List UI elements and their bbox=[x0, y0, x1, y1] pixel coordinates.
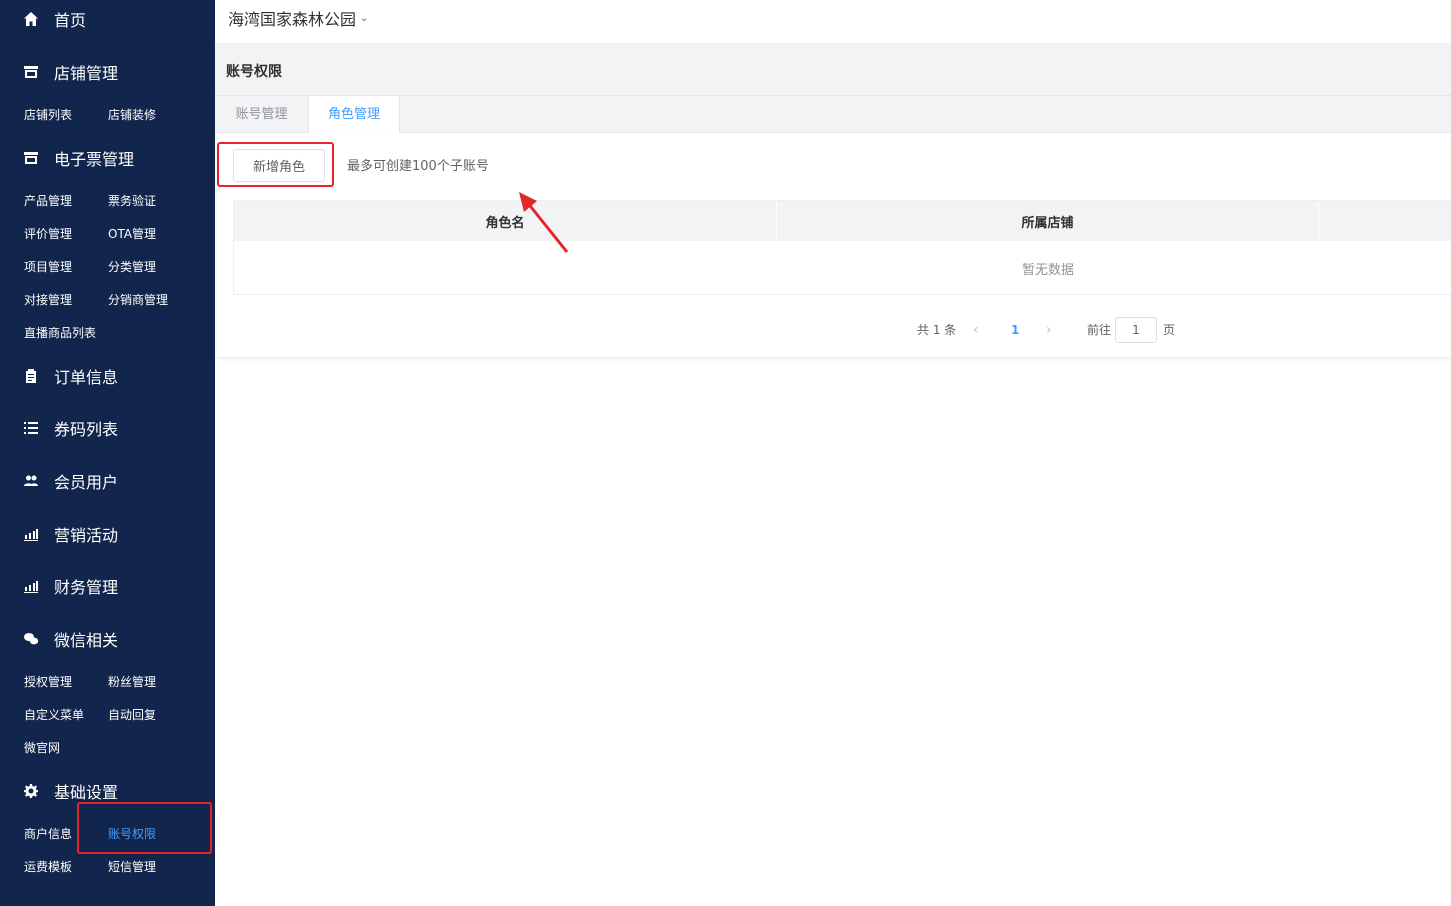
pagination-goto-label: 前往 bbox=[1087, 323, 1112, 337]
sidebar-group-label: 店铺管理 bbox=[54, 64, 119, 83]
account-limit-hint: 最多可创建100个子账号 bbox=[347, 159, 489, 174]
wechat-icon bbox=[22, 630, 40, 648]
clipboard-icon bbox=[22, 367, 40, 385]
sidebar-item-label: 券码列表 bbox=[54, 420, 119, 439]
home-icon bbox=[22, 10, 40, 28]
sidebar-item-label: 订单信息 bbox=[54, 368, 119, 387]
annotation-arrow bbox=[519, 192, 569, 253]
page-title: 账号权限 bbox=[226, 64, 282, 80]
chevron-down-icon: ⌄ bbox=[360, 12, 369, 24]
tabs-bar: 账号管理 角色管理 bbox=[215, 96, 1451, 134]
topbar: 海湾国家森林公园 ⌄ bbox=[215, 0, 1451, 43]
pagination-page-unit: 页 bbox=[1163, 323, 1176, 337]
sidebar-item-orders[interactable]: 订单信息 bbox=[22, 364, 118, 388]
sidebar-item-label: 首页 bbox=[54, 11, 87, 30]
sidebar-group-eticket[interactable]: 电子票管理 bbox=[22, 146, 134, 170]
sidebar-item-label: 财务管理 bbox=[54, 578, 119, 597]
tab-role-management[interactable]: 角色管理 bbox=[308, 96, 400, 134]
users-icon bbox=[22, 472, 40, 490]
page-header: 账号权限 bbox=[215, 43, 1451, 96]
sidebar-item-fans[interactable]: 粉丝管理 bbox=[108, 673, 156, 691]
sidebar-item-auto-reply[interactable]: 自动回复 bbox=[108, 706, 156, 724]
sidebar-item-authorization[interactable]: 授权管理 bbox=[24, 673, 72, 691]
pagination-page-1[interactable]: 1 bbox=[1011, 317, 1019, 343]
empty-state: 暂无数据 bbox=[234, 241, 1451, 295]
sidebar-item-marketing[interactable]: 营销活动 bbox=[22, 522, 118, 546]
sidebar-item-finance[interactable]: 财务管理 bbox=[22, 574, 118, 598]
main-content: 海湾国家森林公园 ⌄ 账号权限 账号管理 角色管理 新增角色 最多可创建100个… bbox=[215, 0, 1451, 906]
chevron-right-icon[interactable]: › bbox=[1046, 317, 1052, 343]
sidebar-item-categories[interactable]: 分类管理 bbox=[108, 258, 156, 276]
sidebar-item-coupons[interactable]: 券码列表 bbox=[22, 416, 118, 440]
sidebar-item-projects[interactable]: 项目管理 bbox=[24, 258, 72, 276]
store-icon bbox=[22, 149, 40, 167]
sidebar-item-custom-menu[interactable]: 自定义菜单 bbox=[24, 706, 84, 724]
bar-chart-icon bbox=[22, 525, 40, 543]
column-header-role-name[interactable]: 角色名 bbox=[234, 201, 776, 241]
sidebar-item-label: 会员用户 bbox=[54, 473, 119, 492]
sidebar-item-shipping-template[interactable]: 运费模板 bbox=[24, 858, 72, 876]
pagination: 共 1 条 ‹ 1 › 前往 页 bbox=[217, 317, 1451, 343]
pagination-total: 共 1 条 bbox=[917, 323, 957, 337]
sidebar-item-live-products[interactable]: 直播商品列表 bbox=[24, 324, 96, 342]
column-header-store[interactable]: 所属店铺 bbox=[777, 201, 1318, 241]
tab-account-management[interactable]: 账号管理 bbox=[215, 96, 308, 133]
highlight-box-sidebar bbox=[77, 802, 212, 854]
list-icon bbox=[22, 419, 40, 437]
sidebar-item-micro-site[interactable]: 微官网 bbox=[24, 739, 60, 757]
sidebar: 首页 店铺管理 店铺列表 店铺装修 电子票管理 产品管理 票务验证 评价管理 O… bbox=[0, 0, 215, 906]
sidebar-group-store[interactable]: 店铺管理 bbox=[22, 60, 118, 84]
gear-icon bbox=[22, 782, 40, 800]
sidebar-group-basic[interactable]: 基础设置 bbox=[22, 779, 118, 803]
pagination-goto-input[interactable] bbox=[1115, 317, 1157, 343]
store-icon bbox=[22, 63, 40, 81]
sidebar-item-store-decoration[interactable]: 店铺装修 bbox=[108, 106, 156, 124]
sidebar-group-label: 微信相关 bbox=[54, 631, 119, 650]
empty-text: 暂无数据 bbox=[1021, 262, 1074, 278]
sidebar-item-distributors[interactable]: 分销商管理 bbox=[108, 291, 168, 309]
sidebar-item-integration[interactable]: 对接管理 bbox=[24, 291, 72, 309]
chevron-left-icon[interactable]: ‹ bbox=[973, 317, 979, 343]
shop-selector[interactable]: 海湾国家森林公园 ⌄ bbox=[228, 6, 368, 30]
sidebar-item-merchant-info[interactable]: 商户信息 bbox=[24, 825, 72, 843]
sidebar-group-label: 基础设置 bbox=[54, 783, 119, 802]
sidebar-item-sms[interactable]: 短信管理 bbox=[108, 858, 156, 876]
sidebar-item-members[interactable]: 会员用户 bbox=[22, 469, 118, 493]
sidebar-item-ota[interactable]: OTA管理 bbox=[108, 225, 156, 243]
add-role-button[interactable]: 新增角色 bbox=[233, 149, 325, 182]
column-header-actions bbox=[1319, 201, 1451, 241]
sidebar-item-home[interactable]: 首页 bbox=[22, 7, 86, 31]
sidebar-item-store-list[interactable]: 店铺列表 bbox=[24, 106, 72, 124]
shop-name: 海湾国家森林公园 bbox=[228, 10, 357, 29]
sidebar-item-label: 营销活动 bbox=[54, 526, 119, 545]
bar-chart-icon bbox=[22, 577, 40, 595]
sidebar-item-ticket-verify[interactable]: 票务验证 bbox=[108, 192, 156, 210]
sidebar-group-label: 电子票管理 bbox=[54, 150, 135, 169]
sidebar-group-wechat[interactable]: 微信相关 bbox=[22, 627, 118, 651]
role-panel: 新增角色 最多可创建100个子账号 角色名 所属店铺 暂无数据 共 1 条 ‹ … bbox=[217, 133, 1451, 357]
sidebar-item-reviews[interactable]: 评价管理 bbox=[24, 225, 72, 243]
role-table: 角色名 所属店铺 暂无数据 bbox=[233, 200, 1451, 295]
sidebar-item-products[interactable]: 产品管理 bbox=[24, 192, 72, 210]
